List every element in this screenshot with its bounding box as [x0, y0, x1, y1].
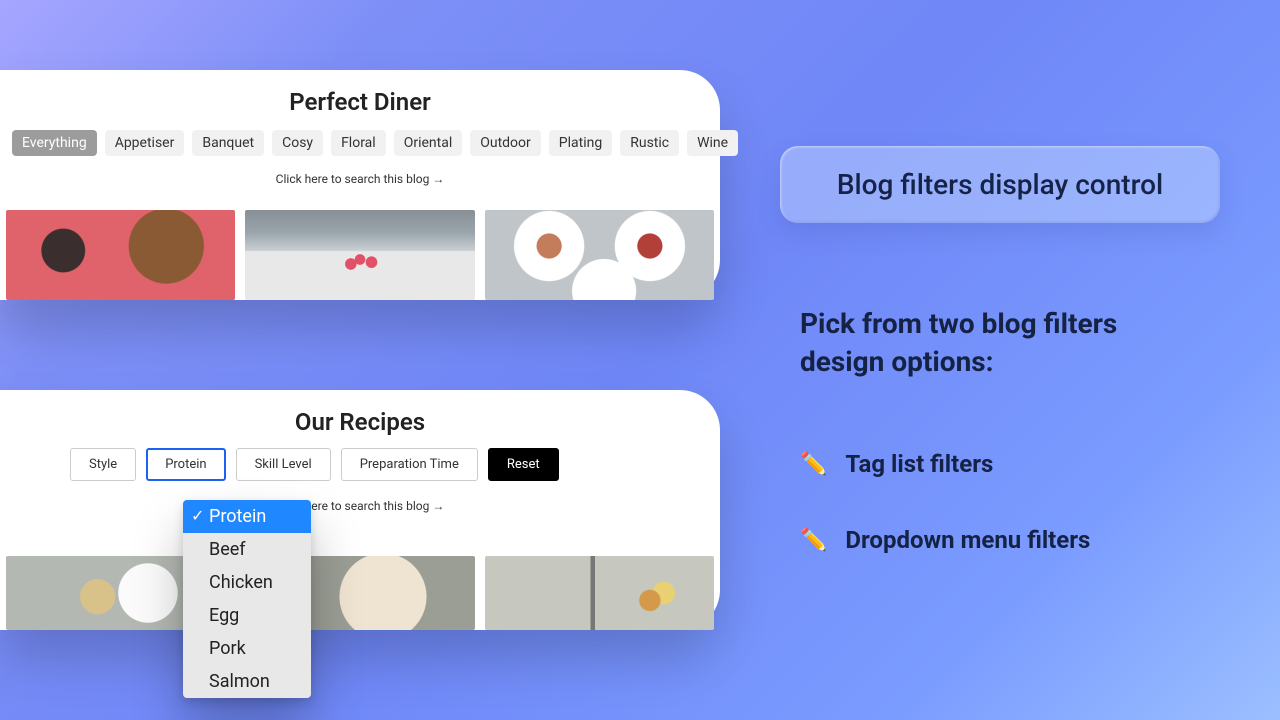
dropdown-selector[interactable]: Style: [70, 448, 136, 481]
blog-title-2: Our Recipes: [0, 408, 720, 436]
tag-filter[interactable]: Wine: [687, 130, 738, 156]
dropdown-selector-row: Style Protein Skill Level Preparation Time R…: [70, 448, 720, 481]
feature-bullet: ✏️ Tag list filters: [800, 450, 1090, 478]
feature-bullet-label: Tag list filters: [845, 450, 993, 478]
tag-filter[interactable]: Plating: [549, 130, 612, 156]
search-hint-1[interactable]: Click here to search this blog →: [0, 172, 720, 186]
dropdown-item[interactable]: Protein: [183, 500, 311, 533]
reset-button[interactable]: Reset: [488, 448, 559, 481]
intro-text: Pick from two blog filters design option…: [800, 305, 1180, 381]
feature-bullet-label: Dropdown menu filters: [845, 526, 1090, 554]
card-tag-filters: Perfect Diner Everything Appetiser Banquet…: [0, 70, 720, 300]
tag-filter[interactable]: Outdoor: [470, 130, 541, 156]
feature-bullet: ✏️ Dropdown menu filters: [800, 526, 1090, 554]
tag-filter[interactable]: Floral: [331, 130, 386, 156]
arrow-right-icon: →: [432, 172, 444, 186]
tag-list: Everything Appetiser Banquet Cosy Floral Orie…: [0, 116, 720, 156]
gallery-image[interactable]: [485, 556, 714, 630]
pencil-icon: ✏️: [800, 528, 827, 553]
gallery-image[interactable]: [245, 210, 474, 300]
dropdown-item[interactable]: Chicken: [183, 566, 311, 599]
search-hint-2[interactable]: Click here to search this blog →: [0, 499, 720, 513]
search-hint-text: Click here to search this blog: [276, 172, 430, 186]
tag-filter[interactable]: Rustic: [620, 130, 679, 156]
tag-filter[interactable]: Oriental: [394, 130, 463, 156]
feature-badge: Blog filters display control: [780, 146, 1220, 223]
dropdown-selector[interactable]: Skill Level: [236, 448, 331, 481]
dropdown-selector[interactable]: Preparation Time: [341, 448, 478, 481]
pencil-icon: ✏️: [800, 452, 827, 477]
arrow-right-icon: →: [432, 499, 444, 513]
gallery-image[interactable]: [485, 210, 714, 300]
gallery-image[interactable]: [6, 210, 235, 300]
tag-filter[interactable]: Appetiser: [105, 130, 185, 156]
dropdown-item[interactable]: Salmon: [183, 665, 311, 698]
protein-dropdown-menu[interactable]: ProteinBeefChickenEggPorkSalmon: [183, 500, 311, 698]
dropdown-item[interactable]: Egg: [183, 599, 311, 632]
card-dropdown-filters: Our Recipes Style Protein Skill Level Prepa…: [0, 390, 720, 630]
tag-filter[interactable]: Cosy: [272, 130, 323, 156]
feature-bullet-list: ✏️ Tag list filters ✏️ Dropdown menu filter…: [800, 450, 1090, 602]
tag-filter[interactable]: Banquet: [192, 130, 264, 156]
dropdown-item[interactable]: Beef: [183, 533, 311, 566]
image-gallery-1: [0, 210, 720, 300]
dropdown-item[interactable]: Pork: [183, 632, 311, 665]
dropdown-selector[interactable]: Protein: [146, 448, 225, 481]
image-gallery-2: [0, 556, 720, 630]
blog-title-1: Perfect Diner: [0, 88, 720, 116]
tag-filter[interactable]: Everything: [12, 130, 97, 156]
